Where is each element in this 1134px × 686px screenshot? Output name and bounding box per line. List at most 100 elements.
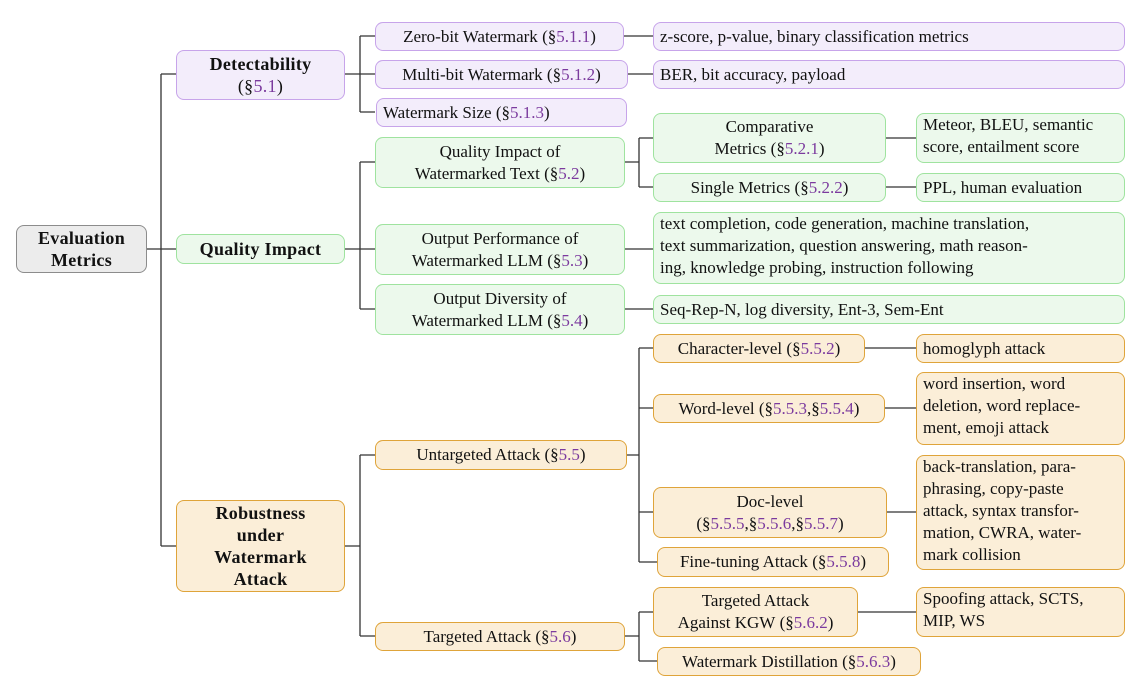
node-targeted-attack: Targeted Attack (§ 5.6)	[375, 622, 625, 651]
text-segment: z-score, p-value, binary classification …	[660, 26, 969, 46]
text-segment: Attack	[233, 569, 288, 589]
node-watermark-size: Watermark Size (§ 5.1.3)	[376, 98, 627, 127]
node-fine-tuning-attack: Fine-tuning Attack (§ 5.5.8)	[657, 547, 889, 577]
section-ref-number: 5.5.6	[757, 513, 792, 533]
node-character-level: Character-level (§ 5.5.2)	[653, 334, 865, 363]
node-comparative-metrics: Comparative Metrics (§5.2.1)	[653, 113, 886, 163]
leaf-multi-bit-metrics: BER, bit accuracy, payload	[653, 60, 1125, 89]
leaf-comparative-metrics: Meteor, BLEU, semantic score, entailment…	[916, 113, 1125, 163]
text-segment: Quality Impact of	[439, 141, 561, 161]
node-single-metrics: Single Metrics (§ 5.2.2)	[653, 173, 886, 202]
leaf-doc-level-attacks: back-translation, para- phrasing, copy-p…	[916, 455, 1125, 570]
node-detectability: Detectability (§5.1)	[176, 50, 345, 100]
text-segment: §	[817, 552, 827, 571]
text-segment: Targeted Attack	[423, 626, 532, 646]
section-ref-number: 5.5.4	[819, 398, 854, 418]
leaf-targeted-kgw-attacks: Spoofing attack, SCTS, MIP, WS	[916, 587, 1125, 637]
text-segment: §	[748, 513, 758, 533]
section-ref-number: 5.5.3	[773, 398, 808, 418]
section-ref-number: 5.1.2	[561, 64, 596, 84]
text-segment: )	[276, 76, 284, 96]
text-segment: under	[236, 525, 285, 545]
node-robustness: Robustness under Watermark Attack	[176, 500, 345, 592]
leaf-zero-bit-metrics: z-score, p-value, binary classification …	[653, 22, 1125, 51]
text-segment: )	[838, 513, 844, 533]
text-segment: Watermark Size	[383, 102, 492, 122]
text-segment: Watermarked Text	[414, 163, 540, 183]
node-output-diversity: Output Diversity of Watermarked LLM (§5.…	[375, 284, 625, 335]
text-segment: Zero-bit Watermark	[403, 26, 538, 46]
text-segment: text summarization, question answering, …	[660, 236, 1028, 255]
text-line: Watermarked LLM (§5.3)	[412, 250, 589, 272]
text-segment: )	[582, 310, 589, 330]
text-segment: MIP, WS	[923, 611, 986, 630]
text-segment: §	[547, 26, 557, 46]
section-ref-number: 5.1	[253, 76, 277, 96]
text-segment: mark collision	[923, 545, 1021, 564]
text-line: Watermarked Text (§5.2)	[415, 163, 585, 185]
text-line: Watermarked LLM (§5.4)	[412, 310, 589, 332]
text-segment: Meteor, BLEU, semantic	[923, 115, 1094, 134]
text-segment: §	[847, 651, 857, 671]
section-ref-number: 5.5.2	[800, 338, 835, 358]
text-segment: Word-level	[678, 398, 755, 418]
node-word-level: Word-level (§ 5.5.3, § 5.5.4)	[653, 394, 885, 423]
text-segment: §	[776, 139, 785, 158]
text-segment: Metrics	[714, 139, 767, 158]
text-segment: Quality Impact	[199, 239, 322, 259]
text-segment: Single Metrics	[690, 177, 791, 197]
leaf-word-level-attacks: word insertion, word deletion, word repl…	[916, 372, 1125, 445]
text-segment: )	[853, 398, 860, 418]
text-segment: phrasing, copy-paste	[923, 479, 1064, 498]
text-segment: )	[579, 445, 586, 464]
section-ref-number: 5.2.2	[808, 177, 843, 197]
text-segment: Output Diversity of	[433, 288, 567, 308]
node-zero-bit-watermark: Zero-bit Watermark (§ 5.1.1)	[375, 22, 624, 51]
section-ref-number: 5.3	[561, 250, 583, 270]
text-segment: ment, emoji attack	[923, 418, 1050, 437]
text-segment: §	[552, 64, 562, 84]
text-segment: §	[785, 613, 794, 632]
text-segment: score, entailment score	[923, 137, 1080, 156]
text-segment: Watermark Distillation	[682, 651, 838, 671]
section-ref-number: 5.6.2	[793, 613, 828, 632]
text-line: Against KGW (§5.6.2)	[678, 612, 834, 634]
detectability-ref: (§5.1)	[238, 75, 283, 97]
text-segment: §	[764, 398, 774, 418]
text-segment: §	[702, 513, 711, 533]
text-segment: )	[818, 139, 825, 158]
text-segment: Watermarked LLM	[411, 250, 543, 270]
detectability-title: Detectability	[209, 54, 312, 74]
section-ref-number: 5.2.1	[784, 139, 819, 158]
text-segment: §	[811, 398, 820, 418]
section-ref-number: 5.6.3	[856, 651, 891, 671]
text-line: Metrics (§5.2.1)	[714, 138, 824, 160]
text-segment: Against KGW	[677, 613, 776, 632]
text-segment: Doc-level	[736, 491, 804, 511]
node-watermark-distillation: Watermark Distillation (§ 5.6.3)	[657, 647, 921, 676]
leaf-output-diversity-metrics: Seq-Rep-N, log diversity, Ent-3, Sem-Ent	[653, 295, 1125, 324]
text-segment: homoglyph attack	[923, 338, 1046, 358]
text-segment: back-translation, para-	[923, 457, 1076, 476]
text-segment: Fine-tuning Attack	[679, 552, 808, 571]
text-line: (§5.5.5,§5.5.6,§5.5.7)	[696, 513, 843, 535]
text-segment: word insertion, word	[923, 374, 1066, 393]
text-segment: BER, bit accuracy, payload	[660, 64, 846, 84]
root-line-1: Evaluation	[37, 228, 126, 248]
node-doc-level: Doc-level (§5.5.5,§5.5.6,§5.5.7)	[653, 487, 887, 538]
text-segment: Watermarked LLM	[411, 310, 543, 330]
section-ref-number: 5.2	[558, 163, 580, 183]
leaf-output-performance-tasks: text completion, code generation, machin…	[653, 212, 1125, 284]
text-segment: Robustness	[215, 503, 306, 523]
text-segment: text completion, code generation, machin…	[660, 214, 1030, 233]
text-segment: Untargeted Attack	[416, 445, 541, 464]
section-ref-number: 5.1.3	[510, 102, 545, 122]
text-segment: Comparative	[725, 117, 814, 136]
root-line-2: Metrics	[50, 250, 113, 270]
text-segment: )	[834, 338, 841, 358]
text-segment: Seq-Rep-N, log diversity, Ent-3, Sem-Ent	[660, 299, 944, 319]
text-segment: deletion, word replace-	[923, 396, 1081, 415]
section-ref-number: 5.6	[549, 626, 571, 646]
text-segment: )	[582, 250, 589, 270]
text-segment: mation, CWRA, water-	[923, 523, 1082, 542]
